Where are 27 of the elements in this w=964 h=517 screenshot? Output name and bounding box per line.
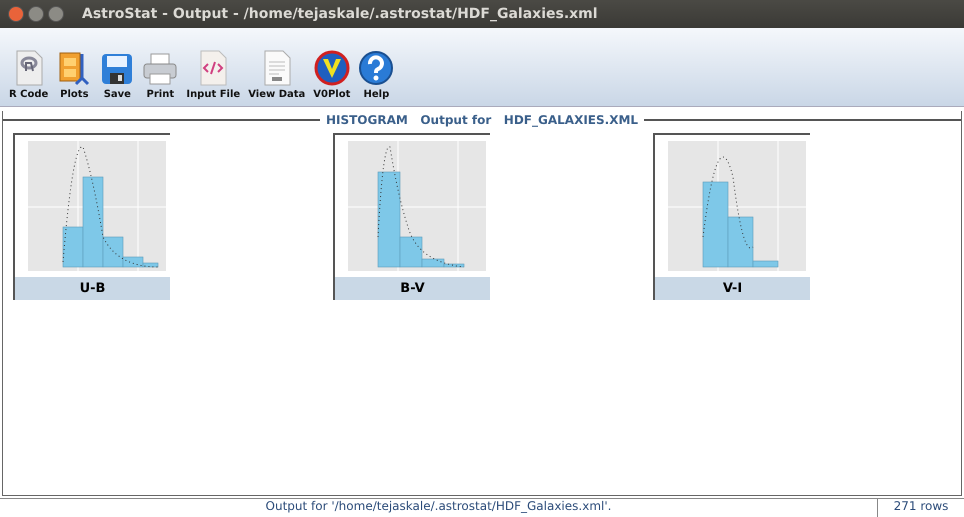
help-icon — [358, 50, 394, 86]
document-icon — [14, 50, 44, 86]
text-file-icon — [262, 50, 292, 86]
toolbar-button[interactable]: Save — [97, 52, 138, 100]
v-logo-icon — [314, 50, 350, 86]
toolbar-button[interactable]: Help — [355, 50, 398, 100]
plot-thumbnail[interactable]: B-V — [333, 133, 490, 300]
plot-thumbnail[interactable]: V-I — [653, 133, 810, 300]
minimize-button[interactable] — [28, 6, 44, 22]
toolbar-button[interactable]: View Data — [245, 50, 308, 100]
toolbar-button[interactable]: Plots — [53, 50, 96, 100]
toolbar-button[interactable]: Print — [139, 52, 182, 100]
printer-icon — [142, 52, 178, 86]
plot-label: B-V — [335, 277, 490, 300]
plot-label: V-I — [655, 277, 810, 300]
status-message: Output for '/home/tejaskale/.astrostat/HDF_Galaxies.xml'. — [264, 499, 612, 515]
window-title: AstroStat - Output - /home/tejaskale/.astrostat/HDF_Galaxies.xml — [82, 6, 598, 22]
toolbar-button[interactable]: Input File — [183, 50, 244, 100]
plot-label: U-B — [15, 277, 170, 300]
toolbar-button[interactable]: V0Plot — [310, 50, 354, 100]
row-count: 271 rows — [877, 499, 964, 517]
close-button[interactable] — [8, 6, 24, 22]
plot-thumbnail[interactable]: U-B — [13, 133, 170, 300]
toolbar-button[interactable]: R Code — [6, 50, 52, 100]
panel-title: HISTOGRAM Output for HDF_GALAXIES.XML — [326, 113, 638, 127]
code-file-icon — [198, 50, 228, 86]
maximize-button[interactable] — [48, 6, 64, 22]
